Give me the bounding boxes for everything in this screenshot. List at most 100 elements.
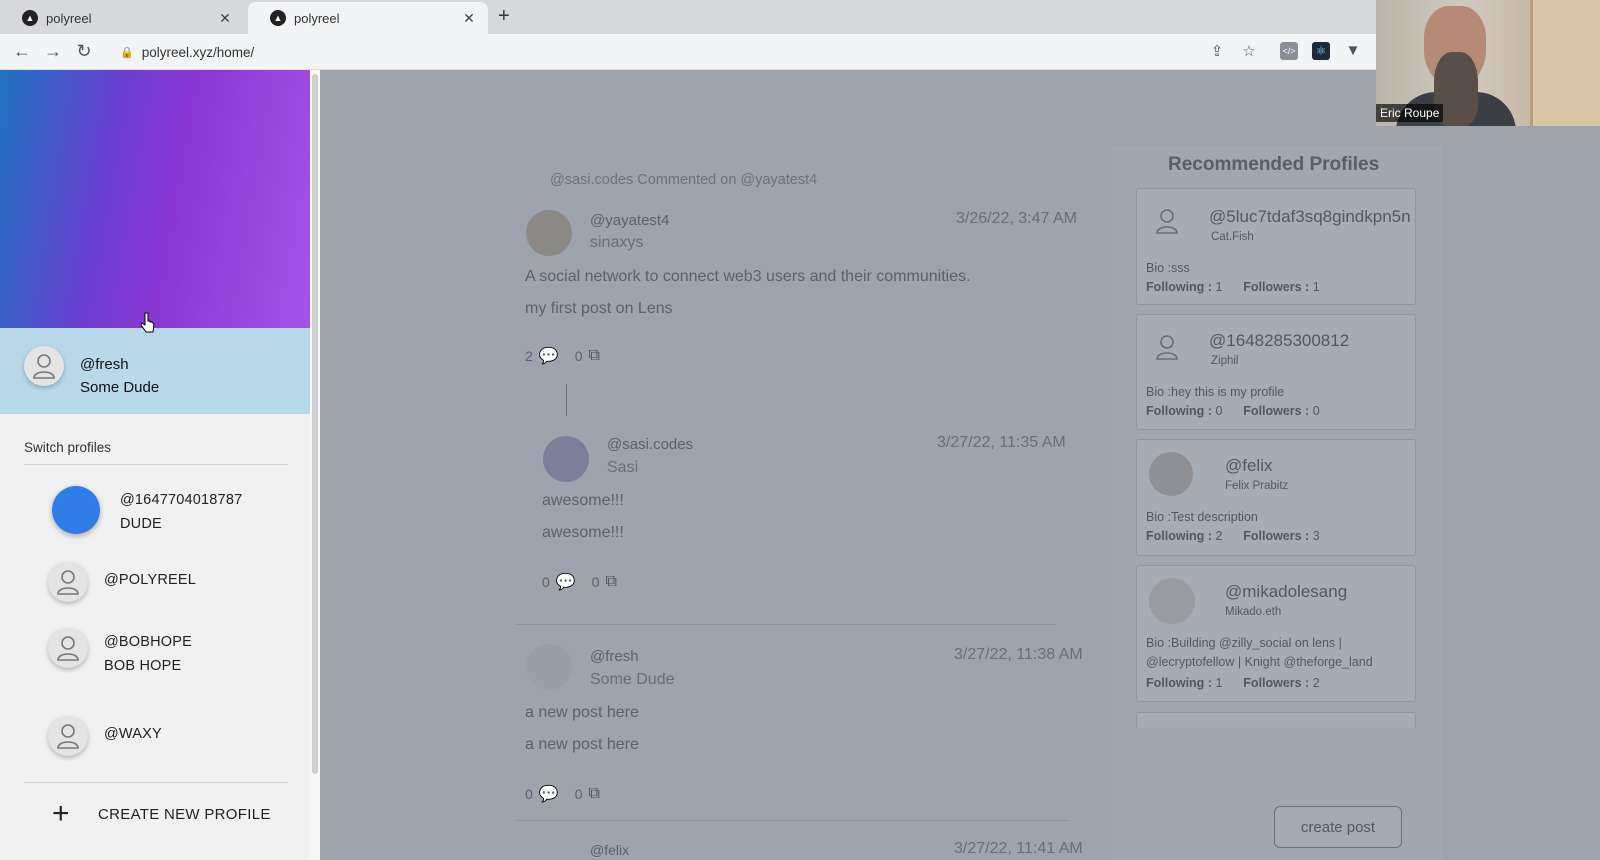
current-profile-handle: @fresh bbox=[80, 356, 129, 373]
profile-option-name: DUDE bbox=[120, 516, 162, 532]
create-new-profile-button[interactable]: + CREATE NEW PROFILE bbox=[52, 799, 271, 829]
browser-tab-active[interactable]: ▲ polyreel ✕ bbox=[248, 2, 488, 34]
devtools-extension-icon[interactable]: </> bbox=[1280, 42, 1298, 60]
profile-card-stats: Following : 1 Followers : 2 bbox=[1146, 676, 1320, 690]
post-text: my first post on Lens bbox=[525, 300, 673, 317]
profile-card-name: Felix Prabitz bbox=[1225, 480, 1289, 492]
close-tab-icon[interactable]: ✕ bbox=[460, 10, 478, 27]
comment-display-name: Sasi bbox=[607, 459, 639, 476]
profile-card[interactable]: @5luc7tdaf3sq8gindkpn5n Cat.Fish Bio :ss… bbox=[1136, 188, 1416, 305]
profile-card-handle: @5luc7tdaf3sq8gindkpn5n bbox=[1209, 207, 1411, 226]
user-placeholder-icon bbox=[1147, 327, 1187, 367]
profile-card-name: Cat.Fish bbox=[1211, 231, 1254, 243]
polyreel-favicon-icon: ▲ bbox=[22, 10, 38, 26]
profile-card-stats: Following : 0 Followers : 0 bbox=[1146, 404, 1320, 418]
profile-card-bio: Bio :Building @zilly_social on lens | @l… bbox=[1146, 636, 1373, 669]
profile-card[interactable]: @1648285300812 Ziphil Bio :hey this is m… bbox=[1136, 314, 1416, 430]
recommended-title: Recommended Profiles bbox=[1168, 154, 1380, 175]
profile-option-handle: @WAXY bbox=[104, 726, 162, 742]
post-avatar[interactable] bbox=[526, 210, 572, 256]
profile-option-name: BOB HOPE bbox=[104, 658, 182, 674]
comment-icon[interactable]: 💬 bbox=[539, 346, 559, 366]
browser-tab[interactable]: ▲ polyreel ✕ bbox=[0, 2, 244, 34]
forward-arrow-icon[interactable]: → bbox=[42, 41, 64, 62]
user-placeholder-icon bbox=[24, 346, 64, 386]
profile-card[interactable] bbox=[1136, 712, 1416, 728]
profile-card-stats: Following : 2 Followers : 3 bbox=[1146, 529, 1320, 543]
vue-extension-icon[interactable]: ▼ bbox=[1342, 42, 1364, 59]
url-text: polyreel.xyz/home/ bbox=[141, 44, 255, 60]
post-handle[interactable]: @yayatest4 bbox=[590, 212, 669, 229]
post-actions: 2 💬 0 ⧉ bbox=[525, 346, 616, 366]
profile-card-handle: @mikadolesang bbox=[1225, 582, 1348, 601]
profile-drawer: @fresh Some Dude Switch profiles @164770… bbox=[0, 70, 310, 860]
comment-avatar[interactable] bbox=[543, 436, 589, 482]
react-extension-icon[interactable]: ⚛ bbox=[1312, 42, 1330, 60]
comment-text: awesome!!! bbox=[542, 492, 624, 509]
tab-title: polyreel bbox=[46, 10, 92, 26]
user-placeholder-icon bbox=[1147, 201, 1187, 241]
reload-icon[interactable]: ↻ bbox=[73, 41, 95, 62]
share-icon[interactable]: ⇪ bbox=[1206, 42, 1228, 60]
post-divider bbox=[516, 820, 1070, 821]
comment-text: awesome!!! bbox=[542, 524, 624, 541]
polyreel-favicon-icon: ▲ bbox=[270, 10, 286, 26]
mirror-icon[interactable]: ⧉ bbox=[589, 347, 600, 365]
post-timestamp: 3/26/22, 3:47 AM bbox=[956, 210, 1077, 227]
user-placeholder-icon bbox=[48, 562, 88, 602]
drawer-scrollbar[interactable] bbox=[310, 70, 320, 860]
profile-option[interactable]: @WAXY bbox=[0, 706, 310, 766]
comment-count: 2 bbox=[525, 348, 533, 364]
profile-option-handle: @POLYREEL bbox=[104, 572, 197, 588]
profile-option[interactable]: @1647704018787 DUDE bbox=[0, 476, 310, 546]
post-avatar[interactable] bbox=[526, 644, 572, 690]
browser-tab-bar: ▲ polyreel ✕ ▲ polyreel ✕ + bbox=[0, 0, 1376, 34]
profile-cover-image bbox=[0, 70, 310, 328]
back-arrow-icon[interactable]: ← bbox=[11, 41, 33, 62]
profile-option[interactable]: @POLYREEL bbox=[0, 554, 310, 610]
profile-card-name: Mikado.eth bbox=[1225, 606, 1282, 618]
video-background bbox=[1530, 0, 1600, 126]
user-placeholder-icon bbox=[48, 716, 88, 756]
mirror-icon[interactable]: ⧉ bbox=[589, 785, 600, 803]
comment-icon[interactable]: 💬 bbox=[539, 784, 559, 804]
participant-name: Eric Roupe bbox=[1376, 104, 1444, 122]
profile-card[interactable]: @felix Felix Prabitz Bio :Test descripti… bbox=[1136, 439, 1416, 556]
address-bar: ← → ↻ 🔒 polyreel.xyz/home/ ⇪ ☆ </> ⚛ ▼ bbox=[0, 34, 1376, 70]
profile-card-bio: Bio :Test description bbox=[1146, 510, 1258, 524]
create-post-button[interactable]: create post bbox=[1274, 806, 1402, 848]
divider bbox=[24, 782, 288, 783]
scrollbar-thumb[interactable] bbox=[312, 74, 318, 774]
divider bbox=[24, 464, 288, 465]
bookmark-star-icon[interactable]: ☆ bbox=[1238, 42, 1260, 60]
post-text: a new post here bbox=[525, 704, 639, 721]
profile-option[interactable]: @BOBHOPE BOB HOPE bbox=[0, 618, 310, 688]
post-display-name: sinaxys bbox=[590, 234, 644, 251]
profile-card-bio: Bio :hey this is my profile bbox=[1146, 385, 1285, 399]
profile-option-handle: @1647704018787 bbox=[120, 492, 243, 508]
profile-card-name: Ziphil bbox=[1211, 355, 1239, 367]
post-handle[interactable]: @fresh bbox=[590, 648, 639, 665]
post-handle[interactable]: @felix bbox=[590, 842, 629, 858]
current-profile[interactable]: @fresh Some Dude bbox=[0, 328, 310, 414]
mirror-count: 0 bbox=[574, 786, 583, 802]
mirror-icon[interactable]: ⧉ bbox=[606, 573, 617, 591]
mirror-count: 0 bbox=[591, 574, 600, 590]
thread-line bbox=[566, 384, 567, 416]
close-tab-icon[interactable]: ✕ bbox=[216, 10, 234, 27]
profile-card-bio: Bio :sss bbox=[1146, 261, 1190, 275]
activity-text: @sasi.codes Commented on @yayatest4 bbox=[550, 172, 818, 188]
comment-actions: 0 💬 0 ⧉ bbox=[542, 572, 633, 592]
profile-card-stats: Following : 1 Followers : 1 bbox=[1146, 280, 1320, 294]
comment-count: 0 bbox=[525, 786, 533, 802]
mouse-pointer-icon bbox=[141, 312, 155, 333]
profile-card-handle: @1648285300812 bbox=[1209, 331, 1350, 350]
new-tab-icon[interactable]: + bbox=[498, 5, 510, 28]
comment-timestamp: 3/27/22, 11:35 AM bbox=[937, 434, 1066, 451]
profile-card[interactable]: @mikadolesang Mikado.eth Bio :Building @… bbox=[1136, 565, 1416, 702]
comment-handle[interactable]: @sasi.codes bbox=[607, 436, 693, 453]
post-timestamp: 3/27/22, 11:38 AM bbox=[954, 646, 1083, 663]
url-field[interactable]: 🔒 polyreel.xyz/home/ bbox=[112, 39, 1192, 65]
comment-icon[interactable]: 💬 bbox=[556, 572, 576, 592]
lock-icon: 🔒 bbox=[120, 46, 134, 59]
